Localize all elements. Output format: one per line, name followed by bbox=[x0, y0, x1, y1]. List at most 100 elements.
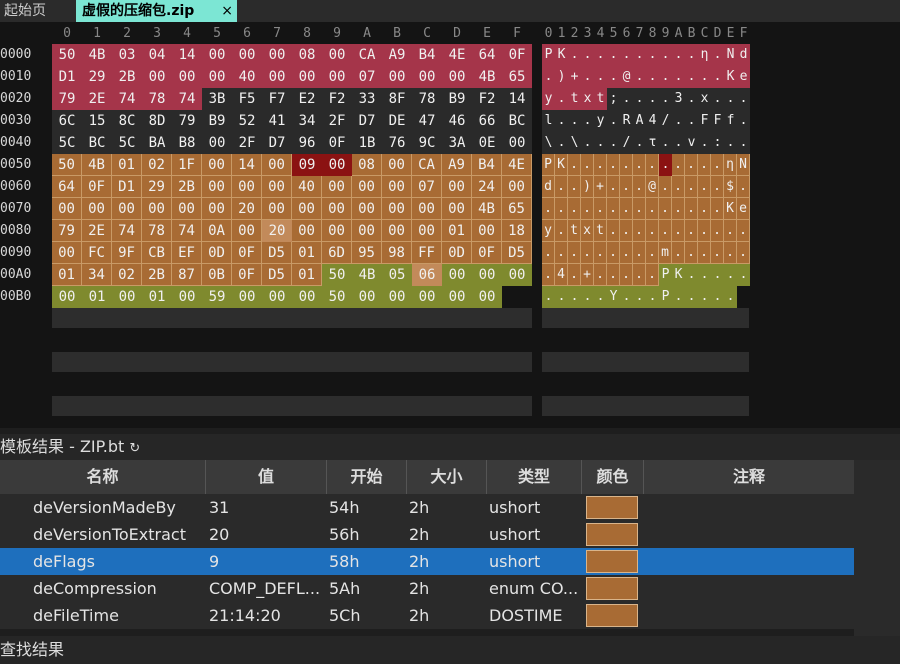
hex-byte[interactable]: 66 bbox=[472, 110, 502, 132]
ascii-char[interactable]: l bbox=[542, 110, 555, 132]
hex-byte[interactable]: 29 bbox=[82, 66, 112, 88]
hex-byte[interactable]: 65 bbox=[502, 66, 532, 88]
hex-byte[interactable]: 5C bbox=[52, 132, 82, 154]
ascii-char[interactable]: . bbox=[698, 242, 711, 264]
ascii-char[interactable]: . bbox=[724, 220, 737, 242]
hex-byte[interactable]: 0A bbox=[202, 220, 232, 242]
hex-byte[interactable]: 74 bbox=[112, 220, 142, 242]
hex-byte[interactable]: 02 bbox=[112, 264, 142, 286]
ascii-char[interactable]: x bbox=[698, 88, 711, 110]
ascii-char[interactable]: . bbox=[646, 220, 659, 242]
hex-byte[interactable]: E2 bbox=[292, 88, 322, 110]
ascii-char[interactable]: . bbox=[672, 220, 685, 242]
hex-byte[interactable]: 00 bbox=[292, 198, 322, 220]
hex-byte[interactable]: 01 bbox=[142, 286, 172, 308]
ascii-char[interactable]: . bbox=[685, 44, 698, 66]
hex-byte[interactable]: 00 bbox=[52, 286, 82, 308]
ascii-char[interactable]: . bbox=[685, 110, 698, 132]
hex-byte[interactable]: 6C bbox=[52, 110, 82, 132]
ascii-char[interactable]: . bbox=[646, 242, 659, 264]
ascii-char[interactable]: . bbox=[633, 286, 646, 308]
ascii-char[interactable]: t bbox=[594, 88, 607, 110]
table-row[interactable]: deCompression COMP_DEFL... 5Ah 2h enum CO... bbox=[0, 575, 854, 602]
ascii-char[interactable]: . bbox=[698, 154, 711, 176]
hex-byte[interactable]: 96 bbox=[292, 132, 322, 154]
hex-byte[interactable]: BA bbox=[142, 132, 172, 154]
hex-byte[interactable]: D1 bbox=[112, 176, 142, 198]
hex-byte[interactable]: 87 bbox=[172, 264, 202, 286]
ascii-char[interactable]: . bbox=[672, 44, 685, 66]
hex-byte[interactable]: 3B bbox=[202, 88, 232, 110]
ascii-char[interactable]: K bbox=[724, 198, 737, 220]
ascii-char[interactable]: P bbox=[659, 264, 672, 286]
hex-byte[interactable]: 00 bbox=[262, 66, 292, 88]
ascii-char[interactable]: . bbox=[711, 88, 724, 110]
hex-byte[interactable]: CA bbox=[352, 44, 382, 66]
ascii-char[interactable]: Y bbox=[607, 286, 620, 308]
hex-byte[interactable]: FC bbox=[82, 242, 112, 264]
hex-byte[interactable]: 01 bbox=[292, 242, 322, 264]
ascii-char[interactable]: ƞ bbox=[724, 154, 737, 176]
ascii-char[interactable]: . bbox=[568, 154, 581, 176]
hex-byte[interactable]: 8F bbox=[382, 88, 412, 110]
ascii-char[interactable]: . bbox=[581, 132, 594, 154]
ascii-char[interactable]: + bbox=[581, 264, 594, 286]
ascii-char[interactable]: : bbox=[711, 132, 724, 154]
hex-byte[interactable]: F5 bbox=[232, 88, 262, 110]
hex-byte[interactable]: 40 bbox=[292, 176, 322, 198]
ascii-char[interactable]: . bbox=[646, 264, 659, 286]
ascii-char[interactable]: . bbox=[737, 132, 750, 154]
ascii-char[interactable]: . bbox=[594, 264, 607, 286]
ascii-char[interactable]: . bbox=[568, 110, 581, 132]
hex-byte[interactable]: F2 bbox=[472, 88, 502, 110]
hex-byte[interactable]: B9 bbox=[202, 110, 232, 132]
hex-byte[interactable]: 01 bbox=[442, 220, 472, 242]
ascii-char[interactable]: N bbox=[724, 44, 737, 66]
hex-byte[interactable]: 74 bbox=[172, 220, 202, 242]
ascii-char[interactable]: . bbox=[581, 286, 594, 308]
hex-byte[interactable]: 00 bbox=[232, 220, 262, 242]
ascii-char[interactable]: . bbox=[698, 220, 711, 242]
ascii-char[interactable]: . bbox=[581, 66, 594, 88]
hex-byte[interactable]: 00 bbox=[412, 220, 442, 242]
tab-zip-file[interactable]: 虚假的压缩包.zip × bbox=[76, 0, 237, 22]
ascii-char[interactable]: . bbox=[633, 198, 646, 220]
hex-byte[interactable]: 9C bbox=[412, 132, 442, 154]
ascii-char[interactable]: . bbox=[672, 176, 685, 198]
hex-byte[interactable]: 00 bbox=[352, 220, 382, 242]
ascii-char[interactable]: . bbox=[633, 242, 646, 264]
column-header-color[interactable]: 颜色 bbox=[582, 460, 644, 494]
ascii-char[interactable]: e bbox=[737, 66, 750, 88]
ascii-char[interactable]: . bbox=[633, 44, 646, 66]
hex-byte[interactable]: 00 bbox=[202, 44, 232, 66]
hex-byte[interactable]: 0F bbox=[232, 264, 262, 286]
ascii-char[interactable]: \ bbox=[568, 132, 581, 154]
ascii-char[interactable]: . bbox=[711, 264, 724, 286]
ascii-char[interactable]: . bbox=[568, 198, 581, 220]
ascii-char[interactable]: . bbox=[555, 220, 568, 242]
ascii-char[interactable]: . bbox=[685, 154, 698, 176]
hex-byte[interactable]: B8 bbox=[172, 132, 202, 154]
ascii-char[interactable]: d bbox=[542, 176, 555, 198]
hex-byte[interactable]: 2F bbox=[232, 132, 262, 154]
hex-byte[interactable]: A9 bbox=[382, 44, 412, 66]
ascii-char[interactable]: . bbox=[555, 132, 568, 154]
hex-byte[interactable]: 98 bbox=[382, 242, 412, 264]
hex-byte[interactable]: CB bbox=[142, 242, 172, 264]
hex-byte[interactable]: 01 bbox=[112, 154, 142, 176]
ascii-char[interactable]: F bbox=[711, 110, 724, 132]
ascii-char[interactable]: . bbox=[620, 264, 633, 286]
table-row[interactable]: deVersionToExtract 20 56h 2h ushort bbox=[0, 521, 854, 548]
hex-byte[interactable]: 46 bbox=[442, 110, 472, 132]
ascii-char[interactable]: m bbox=[659, 242, 672, 264]
ascii-char[interactable]: \ bbox=[542, 132, 555, 154]
hex-byte[interactable]: 8C bbox=[112, 110, 142, 132]
hex-byte[interactable]: 2E bbox=[82, 88, 112, 110]
hex-byte[interactable]: 00 bbox=[502, 264, 532, 286]
ascii-char[interactable]: . bbox=[685, 220, 698, 242]
hex-byte[interactable]: 00 bbox=[52, 198, 82, 220]
ascii-char[interactable]: t bbox=[568, 220, 581, 242]
ascii-char[interactable]: . bbox=[594, 242, 607, 264]
ascii-char[interactable]: . bbox=[711, 44, 724, 66]
ascii-char[interactable]: . bbox=[542, 242, 555, 264]
